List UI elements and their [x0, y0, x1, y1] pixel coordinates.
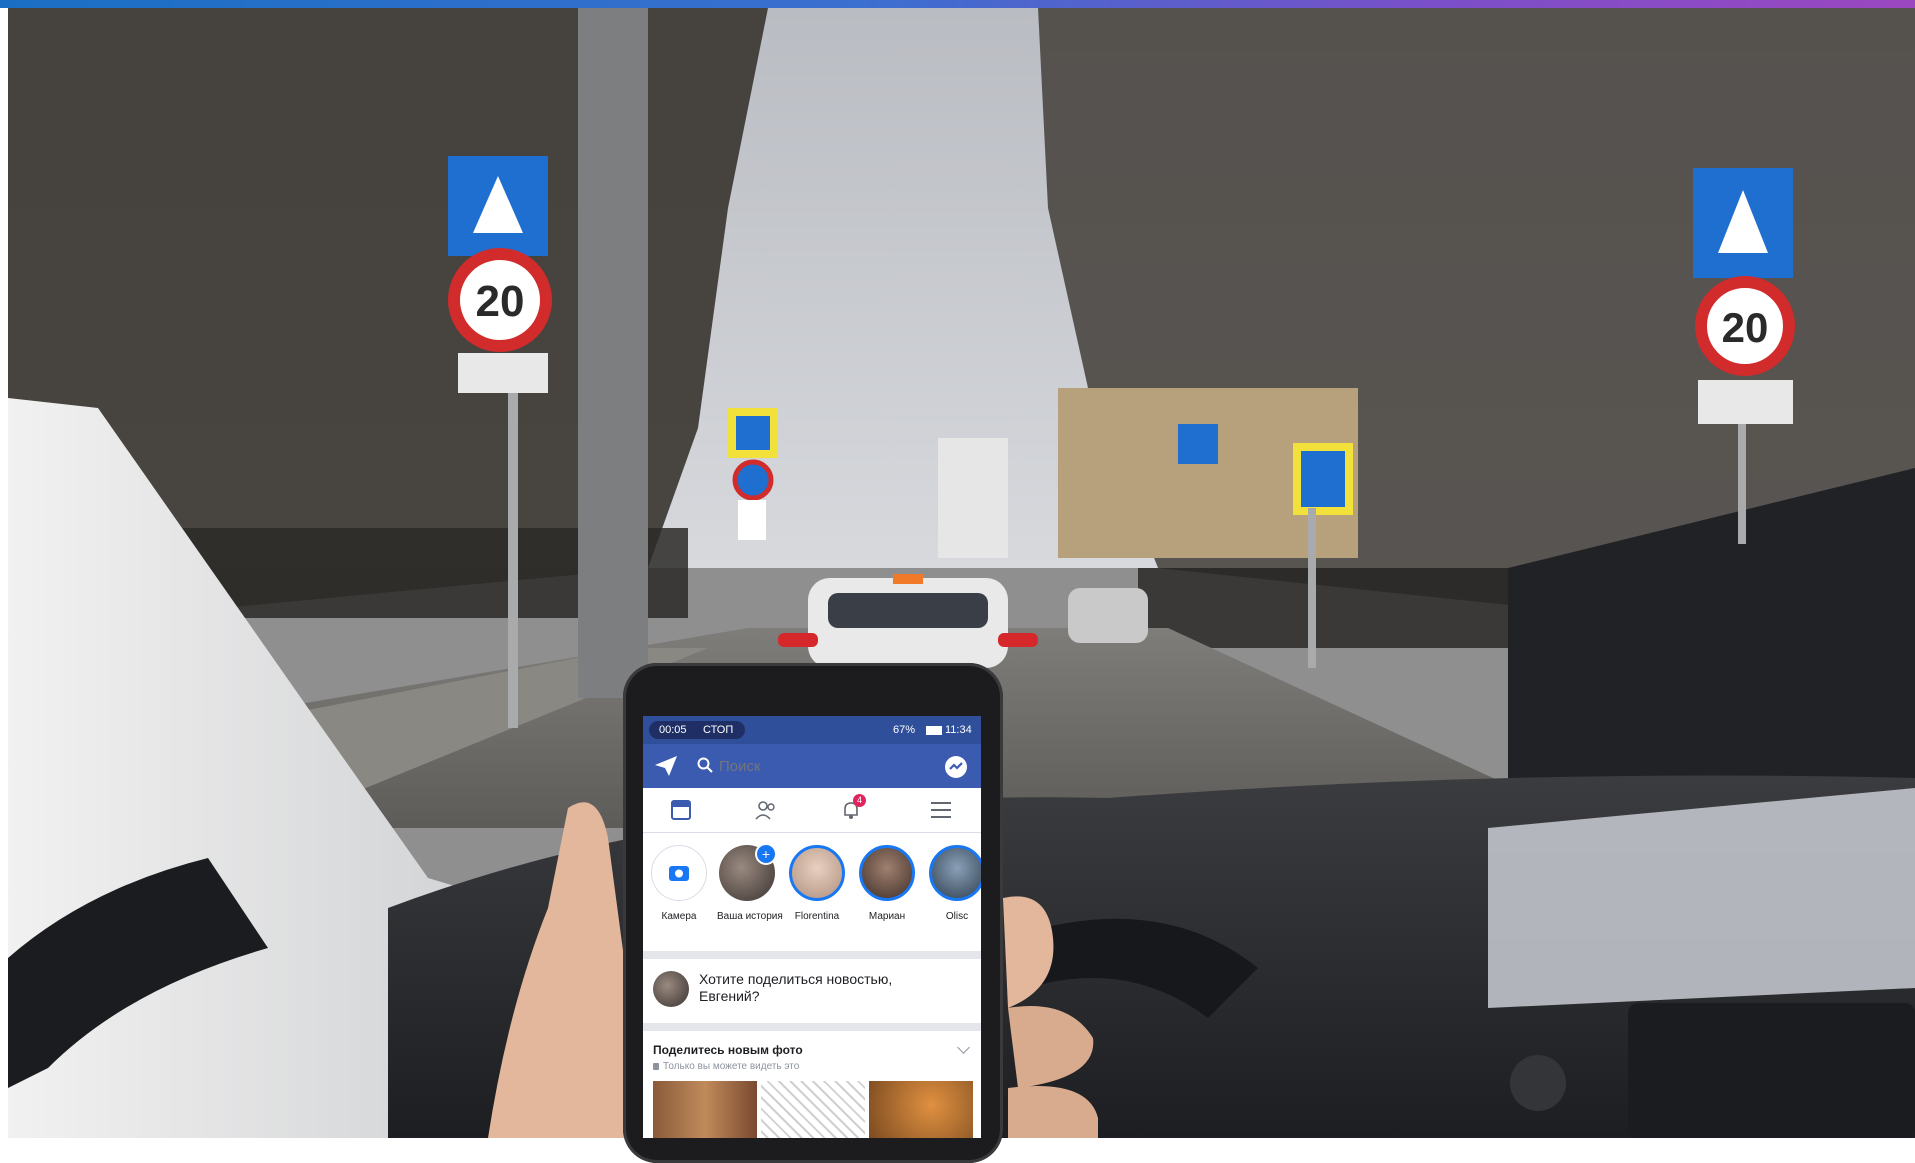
- battery-percent: 67%: [893, 724, 916, 736]
- facebook-search-bar: [643, 744, 981, 788]
- story-marian[interactable]: Мариан: [857, 845, 917, 922]
- news-feed-tab-icon[interactable]: [671, 800, 691, 820]
- paper-plane-icon[interactable]: [655, 756, 677, 776]
- composer-prompt-line2: Евгений?: [699, 988, 760, 1004]
- phone-status-bar: 00:05 СТОП 67% 11:34: [643, 716, 981, 744]
- battery-icon: [926, 726, 942, 735]
- camera-avatar: [651, 845, 707, 901]
- lock-icon: [653, 1063, 659, 1070]
- facebook-tab-bar: 4: [643, 788, 981, 833]
- clock: 11:34: [945, 724, 972, 736]
- story-label: Камера: [661, 911, 697, 922]
- share-photo-title: Поделитесь новым фото: [653, 1043, 803, 1057]
- notification-badge: 4: [853, 794, 866, 807]
- olisc-avatar: [929, 845, 981, 901]
- story-label: Мариан: [868, 911, 906, 922]
- story-your-story[interactable]: + Ваша история: [717, 843, 783, 922]
- chevron-down-icon[interactable]: [957, 1041, 970, 1054]
- speed-limit-right-text: 20: [1722, 304, 1769, 351]
- photo-thumbnail[interactable]: [653, 1081, 757, 1138]
- top-gradient-bar: [0, 0, 1915, 8]
- notification-count: 4: [856, 795, 862, 805]
- add-story-icon[interactable]: +: [755, 843, 777, 865]
- call-timer: 00:05: [659, 724, 687, 736]
- share-photo-subtitle: Только вы можете видеть это: [663, 1061, 800, 1072]
- messenger-icon[interactable]: [945, 756, 967, 778]
- camera-icon: [669, 866, 689, 881]
- photo-thumbnail[interactable]: [761, 1081, 865, 1138]
- stories-row: Камера + Ваша история Florentina Мариан …: [643, 833, 981, 959]
- photo-thumbnail[interactable]: [869, 1081, 973, 1138]
- story-florentina[interactable]: Florentina: [787, 845, 847, 922]
- composer-avatar: [653, 971, 689, 1007]
- user-avatar: +: [719, 843, 777, 901]
- phone-screen-facebook: 00:05 СТОП 67% 11:34 4: [643, 716, 981, 1138]
- story-label: Olisc: [945, 911, 969, 922]
- florentina-avatar: [789, 845, 845, 901]
- speed-limit-left-text: 20: [476, 277, 525, 326]
- friends-tab-icon[interactable]: [755, 800, 777, 820]
- story-label: Ваша история: [717, 911, 783, 922]
- stop-label: СТОП: [703, 724, 734, 736]
- composer-prompt-line1: Хотите поделиться новостью,: [699, 971, 893, 987]
- search-input[interactable]: [717, 754, 921, 778]
- story-label: Florentina: [794, 911, 840, 922]
- search-icon: [697, 757, 713, 773]
- story-olisc[interactable]: Olisc: [927, 845, 981, 922]
- menu-hamburger-icon[interactable]: [931, 802, 951, 818]
- status-composer[interactable]: Хотите поделиться новостью, Евгений?: [643, 959, 981, 1031]
- share-photo-section: Поделитесь новым фото Только вы можете в…: [643, 1031, 981, 1138]
- story-camera[interactable]: Камера: [649, 845, 709, 922]
- composer-prompt[interactable]: Хотите поделиться новостью, Евгений?: [699, 971, 892, 1005]
- marian-avatar: [859, 845, 915, 901]
